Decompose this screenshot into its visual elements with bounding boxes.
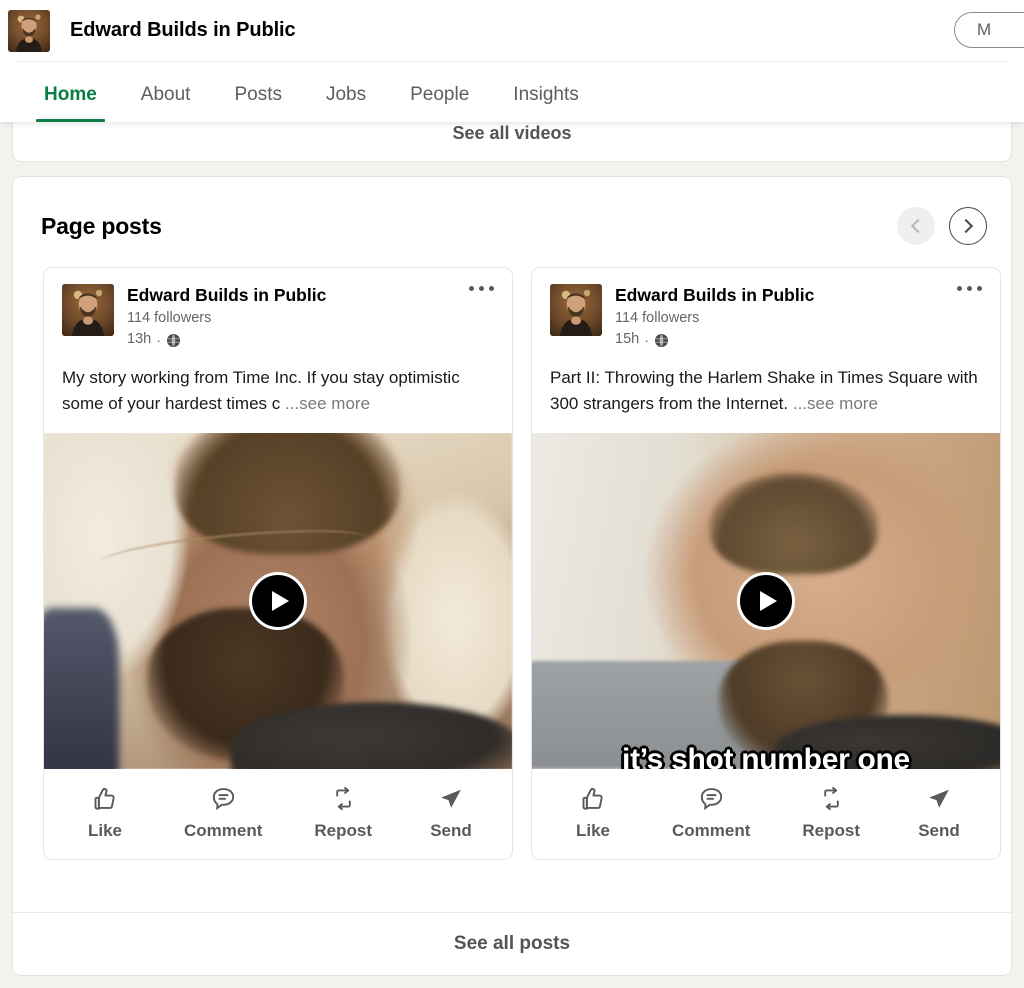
play-triangle-icon (760, 590, 777, 611)
page-posts-card: Page posts Edward Builds in Public 114 f… (12, 176, 1012, 976)
ellipsis-dot-icon (977, 286, 982, 291)
send-label: Send (430, 820, 472, 840)
page-top-header: Edward Builds in Public M Home About Pos… (0, 0, 1024, 122)
play-triangle-icon (272, 590, 289, 611)
post-video-thumbnail[interactable] (44, 432, 512, 769)
post-header: Edward Builds in Public 114 followers 15… (532, 268, 1000, 349)
send-label: Send (918, 820, 960, 840)
more-actions-button[interactable]: M (954, 12, 1024, 48)
comment-label: Comment (183, 820, 263, 840)
avatar-photo (550, 284, 602, 336)
thumbs-up-icon (583, 787, 604, 810)
carousel-controls (897, 207, 987, 245)
see-more-link[interactable]: ...see more (285, 394, 370, 413)
tab-posts[interactable]: Posts (212, 84, 304, 122)
like-label: Like (87, 820, 122, 840)
post-body: My story working from Time Inc. If you s… (44, 349, 512, 417)
tab-about[interactable]: About (119, 84, 213, 122)
post-body: Part II: Throwing the Harlem Shake in Ti… (532, 349, 1000, 417)
repost-button[interactable]: Repost (304, 783, 382, 843)
page-posts-header: Page posts (13, 177, 1011, 245)
play-button-icon[interactable] (737, 571, 795, 630)
tab-people[interactable]: People (388, 84, 491, 122)
post-author-name[interactable]: Edward Builds in Public (615, 285, 814, 306)
repost-button[interactable]: Repost (792, 783, 870, 843)
post-video-thumbnail[interactable]: it’s shot number one (532, 432, 1000, 769)
send-button[interactable]: Send (902, 783, 976, 843)
like-button[interactable]: Like (556, 783, 630, 843)
like-button[interactable]: Like (68, 783, 142, 843)
see-more-link[interactable]: ...see more (793, 394, 878, 413)
comment-label: Comment (671, 820, 751, 840)
send-button[interactable]: Send (414, 783, 488, 843)
tab-home[interactable]: Home (22, 84, 119, 122)
play-button-icon[interactable] (249, 571, 307, 630)
send-paper-plane-icon (441, 789, 462, 808)
post-follower-count: 114 followers (127, 310, 212, 326)
comment-button[interactable]: Comment (174, 783, 272, 843)
post-options-menu-button[interactable] (951, 280, 988, 297)
post-card[interactable]: Edward Builds in Public 114 followers 13… (43, 267, 513, 860)
comment-bubble-icon (700, 787, 722, 810)
posts-carousel-track[interactable]: Edward Builds in Public 114 followers 13… (13, 245, 1011, 860)
post-timestamp: 15h (615, 331, 640, 348)
carousel-next-button[interactable] (949, 207, 987, 245)
post-timestamp-row: 15h · (615, 331, 814, 348)
post-follower-count: 114 followers (615, 310, 700, 326)
avatar-photo (62, 284, 114, 336)
comment-bubble-icon (212, 787, 234, 810)
globe-icon (166, 333, 181, 348)
page-posts-title: Page posts (41, 212, 162, 239)
video-caption-overlay: it’s shot number one (622, 742, 910, 769)
post-timestamp: 13h (127, 331, 152, 348)
post-card[interactable]: Edward Builds in Public 114 followers 15… (531, 267, 1001, 860)
ellipsis-dot-icon (957, 286, 962, 291)
post-action-bar: Like Comment Repost Send (44, 768, 512, 859)
repost-icon (823, 786, 839, 810)
ellipsis-dot-icon (967, 286, 972, 291)
repost-label: Repost (314, 820, 372, 840)
post-author-block: Edward Builds in Public 114 followers 13… (127, 284, 326, 349)
header-identity-row: Edward Builds in Public M (0, 0, 1024, 61)
chevron-left-icon (910, 218, 926, 234)
post-header: Edward Builds in Public 114 followers 13… (44, 268, 512, 349)
globe-icon (654, 333, 669, 348)
avatar-photo (8, 9, 50, 52)
separator-dot: · (156, 331, 161, 348)
post-options-menu-button[interactable] (463, 280, 500, 297)
repost-icon (335, 786, 351, 810)
page-nav-tabs: Home About Posts Jobs People Insights (0, 62, 1024, 122)
post-action-bar: Like Comment Repost Send (532, 768, 1000, 859)
like-label: Like (575, 820, 610, 840)
see-all-posts-link[interactable]: See all posts (13, 913, 1011, 975)
chevron-right-icon (958, 218, 974, 234)
post-author-block: Edward Builds in Public 114 followers 15… (615, 284, 814, 349)
avatar[interactable] (550, 284, 602, 336)
post-body-text: My story working from Time Inc. If you s… (62, 367, 460, 413)
post-body-text: Part II: Throwing the Harlem Shake in Ti… (550, 367, 978, 413)
repost-label: Repost (802, 820, 860, 840)
avatar[interactable] (62, 284, 114, 336)
tab-jobs[interactable]: Jobs (304, 84, 388, 122)
page-title: Edward Builds in Public (70, 19, 296, 41)
comment-button[interactable]: Comment (662, 783, 760, 843)
post-timestamp-row: 13h · (127, 331, 326, 348)
ellipsis-dot-icon (469, 286, 474, 291)
post-author-name[interactable]: Edward Builds in Public (127, 285, 326, 306)
send-paper-plane-icon (929, 789, 950, 808)
ellipsis-dot-icon (479, 286, 484, 291)
thumbs-up-icon (95, 787, 116, 810)
separator-dot: · (644, 331, 649, 348)
carousel-prev-button[interactable] (897, 207, 935, 245)
avatar[interactable] (8, 9, 50, 52)
tab-insights[interactable]: Insights (491, 84, 600, 122)
ellipsis-dot-icon (489, 286, 494, 291)
